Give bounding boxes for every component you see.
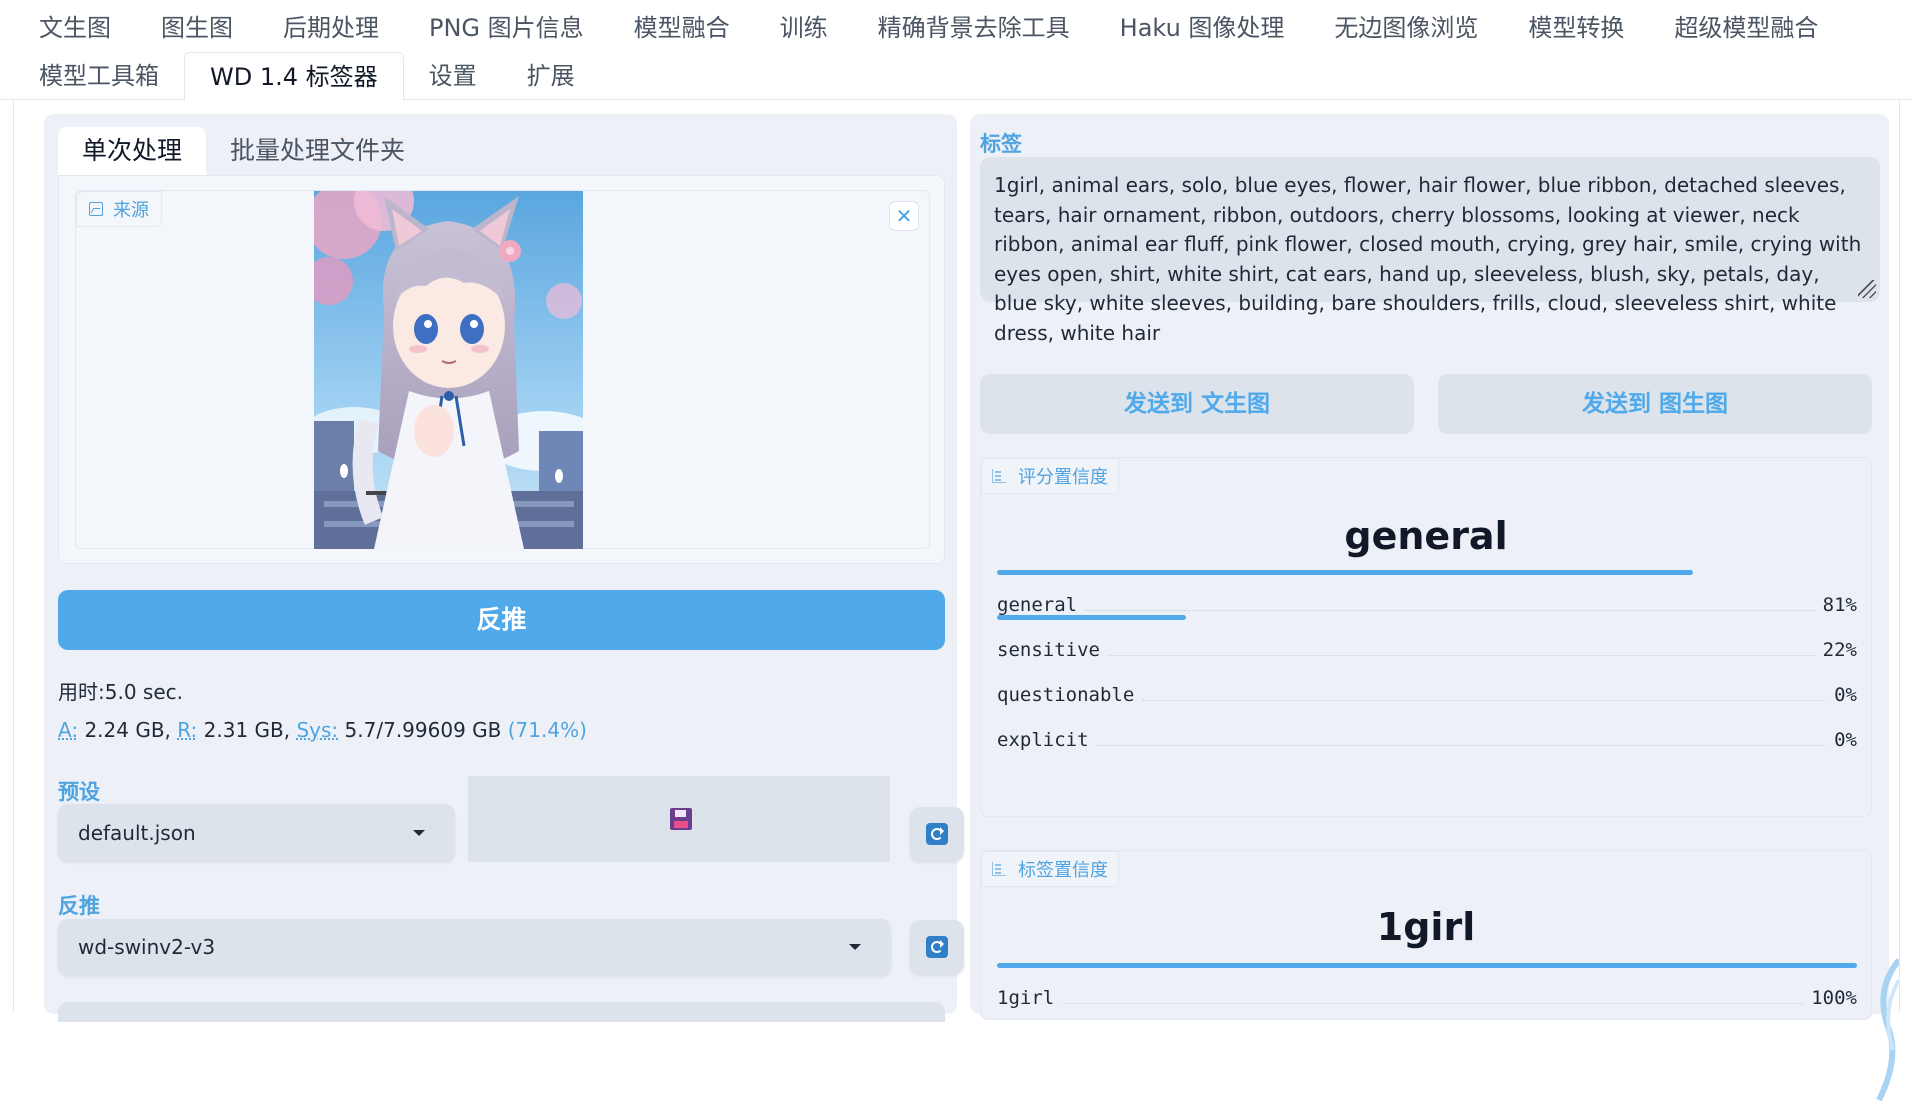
confidence-name: general	[997, 594, 1086, 616]
tab-wd14-tagger[interactable]: WD 1.4 标签器	[184, 51, 404, 101]
top-tab-row-1: 文生图 图生图 后期处理 PNG 图片信息 模型融合 训练 精确背景去除工具 H…	[14, 4, 1843, 52]
leader-dots	[1107, 655, 1815, 656]
leader-dots	[1085, 610, 1815, 611]
decorative-wave-graphic	[1876, 958, 1899, 1102]
tab-img2img[interactable]: 图生图	[136, 4, 258, 52]
image-dropzone[interactable]: 来源 ✕	[75, 190, 930, 549]
interrogator-label: 反推	[58, 894, 100, 918]
tab-super-merger[interactable]: 超级模型融合	[1649, 4, 1843, 52]
source-image	[314, 191, 583, 549]
anime-girl-illustration	[314, 191, 583, 549]
tab-extensions[interactable]: 扩展	[502, 52, 600, 100]
tab-png-info[interactable]: PNG 图片信息	[404, 4, 609, 52]
tags-textarea[interactable]: 1girl, animal ears, solo, blue eyes, flo…	[980, 157, 1880, 345]
tag-confidence-text: 标签置信度	[1018, 860, 1108, 881]
bar-chart-icon	[992, 469, 1006, 483]
close-icon: ✕	[895, 204, 913, 228]
confidence-row: explicit 0%	[997, 721, 1857, 751]
preset-dropdown[interactable]: default.json	[58, 804, 455, 861]
floppy-disk-icon	[670, 808, 692, 830]
mem-a-label: A:	[58, 718, 79, 742]
left-panel: 单次处理 批量处理文件夹 来源 ✕ 反推 用时:5.0 sec. A: 2.24…	[44, 114, 964, 1022]
tab-model-toolkit[interactable]: 模型工具箱	[14, 52, 184, 100]
confidence-row: sensitive 22%	[997, 615, 1857, 661]
next-field-edge	[58, 1002, 945, 1022]
rating-confidence-box: 评分置信度 general general 81% sensitive 22% ques…	[980, 457, 1872, 817]
confidence-percent: 0%	[1826, 729, 1857, 751]
tab-bg-removal[interactable]: 精确背景去除工具	[853, 4, 1095, 52]
rating-confidence-text: 评分置信度	[1018, 467, 1108, 488]
refresh-icon	[926, 936, 948, 958]
tags-label: 标签	[980, 132, 1022, 156]
top-tag-label: 1girl	[1376, 905, 1476, 949]
mem-r-label: R:	[177, 718, 198, 742]
source-label-text: 来源	[113, 200, 149, 221]
confidence-percent: 100%	[1803, 987, 1857, 1009]
source-label: 来源	[76, 191, 162, 227]
tab-train[interactable]: 训练	[755, 4, 853, 52]
confidence-name: 1girl	[997, 987, 1063, 1009]
preset-label: 预设	[58, 780, 100, 804]
confidence-name: explicit	[997, 729, 1097, 751]
image-icon	[89, 202, 103, 216]
chevron-down-icon	[413, 829, 425, 836]
tagger-main: 单次处理 批量处理文件夹 来源 ✕ 反推 用时:5.0 sec. A: 2.24…	[13, 100, 1900, 1102]
tags-text: 1girl, animal ears, solo, blue eyes, flo…	[994, 173, 1862, 345]
confidence-percent: 22%	[1814, 639, 1857, 661]
mem-sys-percent: (71.4%)	[507, 718, 587, 742]
refresh-icon	[926, 823, 948, 845]
confidence-row: general 81%	[997, 570, 1857, 616]
confidence-bar	[997, 615, 1186, 620]
tab-extras[interactable]: 后期处理	[258, 4, 404, 52]
refresh-interrogator-button[interactable]	[910, 920, 964, 974]
confidence-name: questionable	[997, 684, 1143, 706]
leader-dots	[1062, 1003, 1804, 1004]
resize-handle-icon[interactable]	[1858, 280, 1876, 298]
top-tab-bar: 文生图 图生图 后期处理 PNG 图片信息 模型融合 训练 精确背景去除工具 H…	[0, 0, 1913, 101]
mem-sys-value: 5.7/7.99609 GB	[344, 718, 502, 742]
tab-txt2img[interactable]: 文生图	[14, 4, 136, 52]
confidence-row: 1girl 100%	[997, 963, 1857, 1009]
interrogator-value: wd-swinv2-v3	[78, 935, 216, 959]
confidence-bar	[997, 570, 1693, 575]
preset-value: default.json	[78, 820, 196, 845]
elapsed-time: 用时:5.0 sec.	[58, 680, 183, 704]
tag-confidence-label: 标签置信度	[981, 851, 1119, 887]
tag-confidence-box: 标签置信度 1girl 1girl 100%	[980, 850, 1872, 1020]
send-to-img2img-button[interactable]: 发送到 图生图	[1438, 374, 1872, 434]
processing-mode-tabs: 单次处理 批量处理文件夹	[58, 127, 429, 175]
memory-info: A: 2.24 GB, R: 2.31 GB, Sys: 5.7/7.99609…	[58, 718, 587, 742]
rating-confidence-label: 评分置信度	[981, 458, 1119, 494]
save-preset-button[interactable]	[468, 776, 890, 862]
leader-dots	[1142, 700, 1827, 701]
refresh-preset-button[interactable]	[910, 807, 964, 861]
tab-batch-folder[interactable]: 批量处理文件夹	[206, 127, 429, 175]
bar-chart-icon	[992, 862, 1006, 876]
top-tab-row-2: 模型工具箱 WD 1.4 标签器 设置 扩展	[14, 51, 600, 101]
mem-a-value: 2.24 GB,	[84, 718, 171, 742]
tab-model-converter[interactable]: 模型转换	[1503, 4, 1649, 52]
confidence-row: questionable 0%	[997, 676, 1857, 706]
interrogate-button[interactable]: 反推	[58, 590, 945, 650]
chevron-down-icon	[849, 944, 861, 950]
clear-image-button[interactable]: ✕	[889, 201, 919, 231]
source-container: 来源 ✕	[58, 175, 945, 564]
tab-single-process[interactable]: 单次处理	[58, 127, 207, 175]
confidence-percent: 81%	[1814, 594, 1857, 616]
confidence-percent: 0%	[1826, 684, 1857, 706]
confidence-bar	[997, 963, 1857, 968]
top-rating-label: general	[1344, 514, 1508, 558]
tab-settings[interactable]: 设置	[404, 52, 502, 100]
send-to-txt2img-button[interactable]: 发送到 文生图	[980, 374, 1414, 434]
tab-haku[interactable]: Haku 图像处理	[1095, 4, 1310, 52]
mem-sys-label: Sys:	[296, 718, 339, 742]
tab-checkpoint-merger[interactable]: 模型融合	[609, 4, 755, 52]
leader-dots	[1096, 745, 1827, 746]
right-panel: 标签 1girl, animal ears, solo, blue eyes, …	[970, 114, 1889, 1020]
tab-image-browser[interactable]: 无边图像浏览	[1309, 4, 1503, 52]
interrogator-dropdown[interactable]: wd-swinv2-v3	[58, 919, 891, 975]
confidence-name: sensitive	[997, 639, 1108, 661]
mem-r-value: 2.31 GB,	[203, 718, 291, 742]
